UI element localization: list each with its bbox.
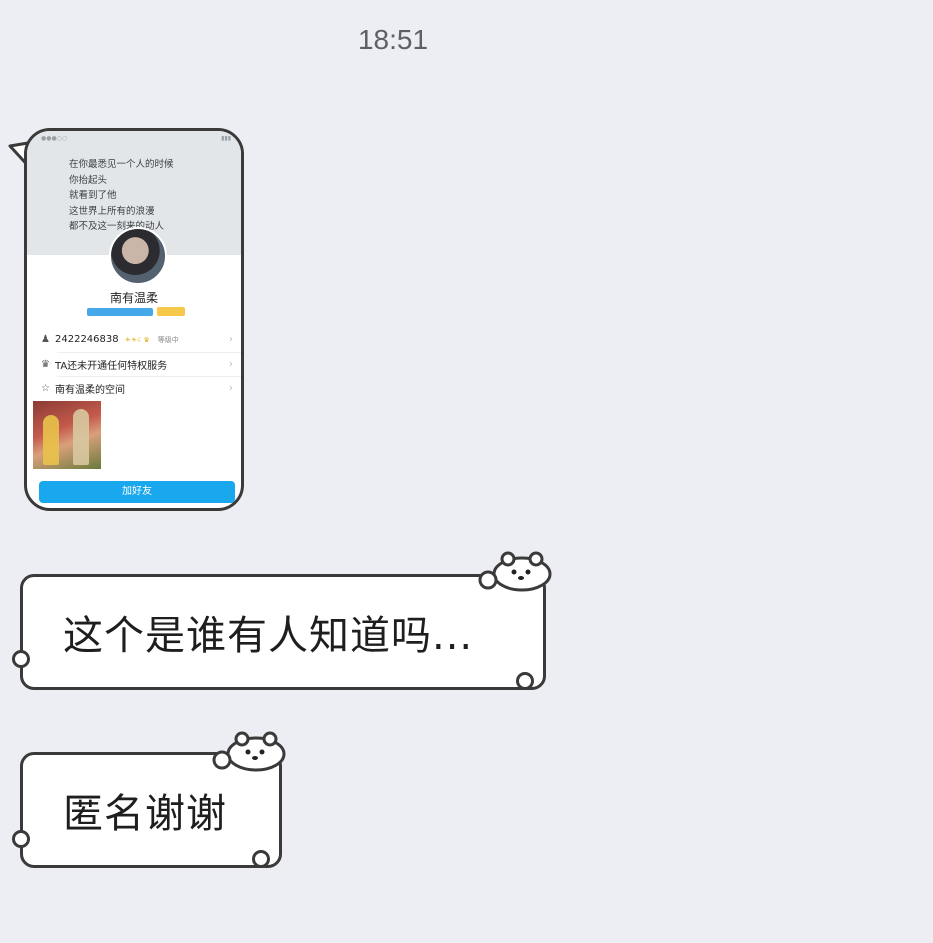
poem-line: 你抬起头 <box>69 174 108 186</box>
poem-line: 在你最悉见一个人的时候 <box>69 159 174 170</box>
bear-head-icon <box>478 551 552 592</box>
level-icons: ☀☀☾♛ <box>124 335 150 344</box>
chevron-right-icon: › <box>229 358 233 370</box>
space-photo-thumbnail <box>33 401 101 469</box>
bear-paw-icon <box>12 650 30 668</box>
figure-left <box>43 415 59 465</box>
chevron-right-icon: › <box>229 333 233 345</box>
badge-gold <box>157 307 185 316</box>
bear-head-icon <box>212 731 286 772</box>
message-text: 这个是谁有人知道吗... <box>63 613 474 659</box>
poem-line: 这世界上所有的浪漫 <box>69 205 155 217</box>
star-icon: ☆ <box>41 382 50 394</box>
avatar <box>109 227 167 285</box>
qq-number: 2422246838 <box>55 333 119 345</box>
message-text: 匿名谢谢 <box>63 791 227 837</box>
chat-bubble[interactable]: 这个是谁有人知道吗... <box>20 574 546 690</box>
message-timestamp: 18:51 <box>357 24 429 55</box>
chevron-right-icon: › <box>229 382 233 394</box>
qq-number-row: ♟ 2422246838 ☀☀☾♛ 等级中 › <box>27 327 241 351</box>
profile-badges <box>87 307 185 316</box>
bear-paw-icon <box>12 830 30 848</box>
space-text: 南有温柔的空间 <box>55 384 125 396</box>
status-bar: ●●●○○ ▮▮▮ <box>41 135 231 142</box>
privilege-row: ♛ TA还未开通任何特权服务 › <box>27 352 241 376</box>
online-status: 等级中 <box>157 335 179 344</box>
poem-line: 就看到了他 <box>69 190 117 201</box>
bear-paw-icon <box>516 672 534 690</box>
profile-nickname: 南有温柔 <box>109 291 158 305</box>
bear-paw-icon <box>252 850 270 868</box>
penguin-icon: ♟ <box>41 333 50 345</box>
figure-right <box>73 409 89 465</box>
badge-blue <box>87 307 153 316</box>
profile-signature: 在你最悉见一个人的时候 你抬起头 就看到了他 这世界上所有的浪漫 都不及这一刻来… <box>69 157 174 235</box>
privilege-text: TA还未开通任何特权服务 <box>55 360 168 372</box>
add-friend-button: 加好友 <box>39 481 235 503</box>
crown-icon: ♛ <box>41 358 50 370</box>
shared-profile-screenshot[interactable]: ●●●○○ ▮▮▮ 在你最悉见一个人的时候 你抬起头 就看到了他 这世界上所有的浪… <box>24 128 244 511</box>
space-row: ☆ 南有温柔的空间 › <box>27 376 241 400</box>
